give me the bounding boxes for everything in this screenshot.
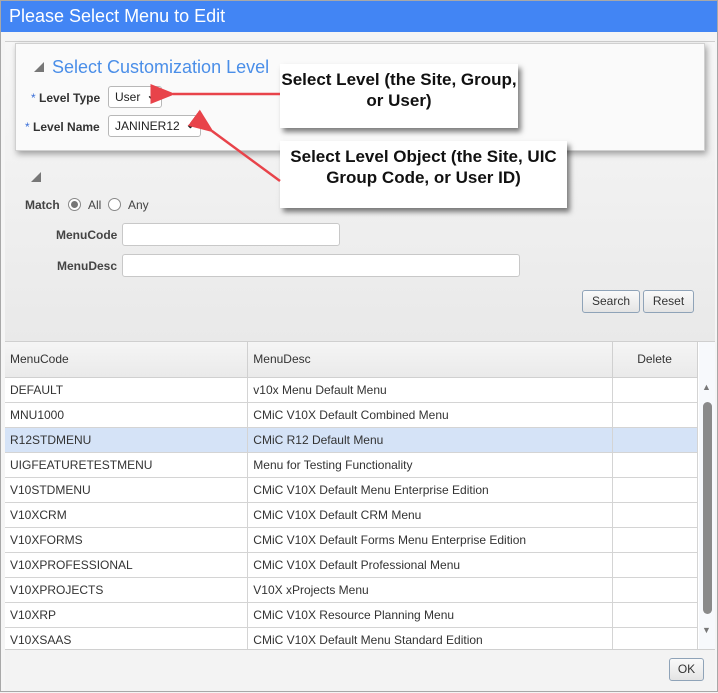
customization-level-title: Select Customization Level xyxy=(52,57,270,77)
menucode-cell: V10XFORMS xyxy=(5,527,249,553)
menu-table: MenuCode MenuDesc Delete DEFAULT v10x Men… xyxy=(5,341,715,649)
menudesc-cell: v10x Menu Default Menu xyxy=(247,377,614,403)
reset-button[interactable]: Reset xyxy=(643,290,694,313)
delete-cell[interactable] xyxy=(612,452,698,478)
level-type-value: User xyxy=(115,90,141,104)
menudesc-cell: Menu for Testing Functionality xyxy=(247,452,614,478)
delete-cell[interactable] xyxy=(612,477,698,503)
table-row[interactable]: V10XCRM CMiC V10X Default CRM Menu xyxy=(5,502,698,528)
customization-level-header[interactable]: Select Customization Level xyxy=(34,57,269,78)
menucode-label: MenuCode xyxy=(56,228,118,242)
menudesc-cell: CMiC V10X Default Forms Menu Enterprise … xyxy=(247,527,614,553)
collapse-triangle-icon[interactable] xyxy=(34,62,44,72)
menucode-cell: DEFAULT xyxy=(5,377,249,403)
dialog-footer: OK xyxy=(5,649,715,691)
delete-cell[interactable] xyxy=(612,427,698,453)
level-type-row: * Level Type xyxy=(31,91,100,105)
table-row[interactable]: DEFAULT v10x Menu Default Menu xyxy=(5,377,698,403)
menu-select-dialog: Please Select Menu to Edit Select Custom… xyxy=(0,0,718,692)
menudesc-label: MenuDesc xyxy=(57,259,118,273)
menucode-cell: V10STDMENU xyxy=(5,477,249,503)
table-row[interactable]: V10XRP CMiC V10X Resource Planning Menu xyxy=(5,602,698,628)
scroll-down-arrow-icon[interactable]: ▼ xyxy=(702,625,711,635)
delete-cell[interactable] xyxy=(612,377,698,403)
delete-cell[interactable] xyxy=(612,627,698,649)
menucode-cell: V10XPROJECTS xyxy=(5,577,249,603)
required-marker: * xyxy=(31,91,36,105)
delete-cell[interactable] xyxy=(612,602,698,628)
level-name-value: JANINER12 xyxy=(115,119,180,133)
match-any-radio[interactable] xyxy=(108,198,121,211)
match-label: Match xyxy=(25,198,60,212)
match-all-radio[interactable] xyxy=(68,198,81,211)
column-header-delete[interactable]: Delete xyxy=(612,342,698,378)
table-row[interactable]: V10XFORMS CMiC V10X Default Forms Menu En… xyxy=(5,527,698,553)
menudesc-cell: CMiC V10X Default Professional Menu xyxy=(247,552,614,578)
vertical-scrollbar[interactable]: ▲ ▼ xyxy=(699,342,715,649)
scroll-up-arrow-icon[interactable]: ▲ xyxy=(702,382,711,392)
menudesc-cell: CMiC V10X Default Combined Menu xyxy=(247,402,614,428)
menucode-cell: V10XRP xyxy=(5,602,249,628)
table-row[interactable]: V10XPROFESSIONAL CMiC V10X Default Profes… xyxy=(5,552,698,578)
callout-select-level: Select Level (the Site, Group, or User) xyxy=(280,64,518,128)
search-button[interactable]: Search xyxy=(582,290,640,313)
scrollbar-thumb[interactable] xyxy=(703,402,712,614)
callout-select-level-object: Select Level Object (the Site, UIC Group… xyxy=(280,141,567,208)
delete-cell[interactable] xyxy=(612,577,698,603)
delete-cell[interactable] xyxy=(612,552,698,578)
level-type-label: Level Type xyxy=(39,91,101,105)
delete-cell[interactable] xyxy=(612,402,698,428)
match-any-label: Any xyxy=(128,198,149,212)
chevron-down-icon: ⌄ xyxy=(185,119,195,131)
menudesc-cell: V10X xProjects Menu xyxy=(247,577,614,603)
match-all-label: All xyxy=(88,198,102,212)
menudesc-cell: CMiC R12 Default Menu xyxy=(247,427,614,453)
table-row[interactable]: V10XPROJECTS V10X xProjects Menu xyxy=(5,577,698,603)
menucode-cell: V10XSAAS xyxy=(5,627,249,649)
menucode-cell: MNU1000 xyxy=(5,402,249,428)
menudesc-cell: CMiC V10X Default Menu Enterprise Editio… xyxy=(247,477,614,503)
menucode-cell: R12STDMENU xyxy=(5,427,249,453)
search-collapse-triangle-icon[interactable] xyxy=(31,172,41,182)
level-name-label: Level Name xyxy=(33,120,100,134)
table-row[interactable]: UIGFEATURETESTMENU Menu for Testing Funct… xyxy=(5,452,698,478)
level-type-select[interactable]: User ⌄ xyxy=(108,86,162,108)
menucode-cell: V10XCRM xyxy=(5,502,249,528)
table-row[interactable]: MNU1000 CMiC V10X Default Combined Menu xyxy=(5,402,698,428)
column-header-menucode[interactable]: MenuCode xyxy=(5,342,249,378)
table-row[interactable]: V10STDMENU CMiC V10X Default Menu Enterpr… xyxy=(5,477,698,503)
level-name-row: * Level Name xyxy=(25,120,100,134)
delete-cell[interactable] xyxy=(612,527,698,553)
column-header-menudesc[interactable]: MenuDesc xyxy=(247,342,614,378)
required-marker: * xyxy=(25,120,30,134)
menudesc-cell: CMiC V10X Resource Planning Menu xyxy=(247,602,614,628)
chevron-down-icon: ⌄ xyxy=(146,90,156,102)
dialog-title: Please Select Menu to Edit xyxy=(1,1,717,32)
delete-cell[interactable] xyxy=(612,502,698,528)
menucode-cell: V10XPROFESSIONAL xyxy=(5,552,249,578)
level-name-select[interactable]: JANINER12 ⌄ xyxy=(108,115,201,137)
table-row[interactable]: V10XSAAS CMiC V10X Default Menu Standard … xyxy=(5,627,698,649)
menucode-input[interactable] xyxy=(122,223,340,246)
table-row[interactable]: R12STDMENU CMiC R12 Default Menu xyxy=(5,427,698,453)
menucode-cell: UIGFEATURETESTMENU xyxy=(5,452,249,478)
ok-button[interactable]: OK xyxy=(669,658,704,681)
menudesc-input[interactable] xyxy=(122,254,520,277)
menudesc-cell: CMiC V10X Default Menu Standard Edition xyxy=(247,627,614,649)
menudesc-cell: CMiC V10X Default CRM Menu xyxy=(247,502,614,528)
